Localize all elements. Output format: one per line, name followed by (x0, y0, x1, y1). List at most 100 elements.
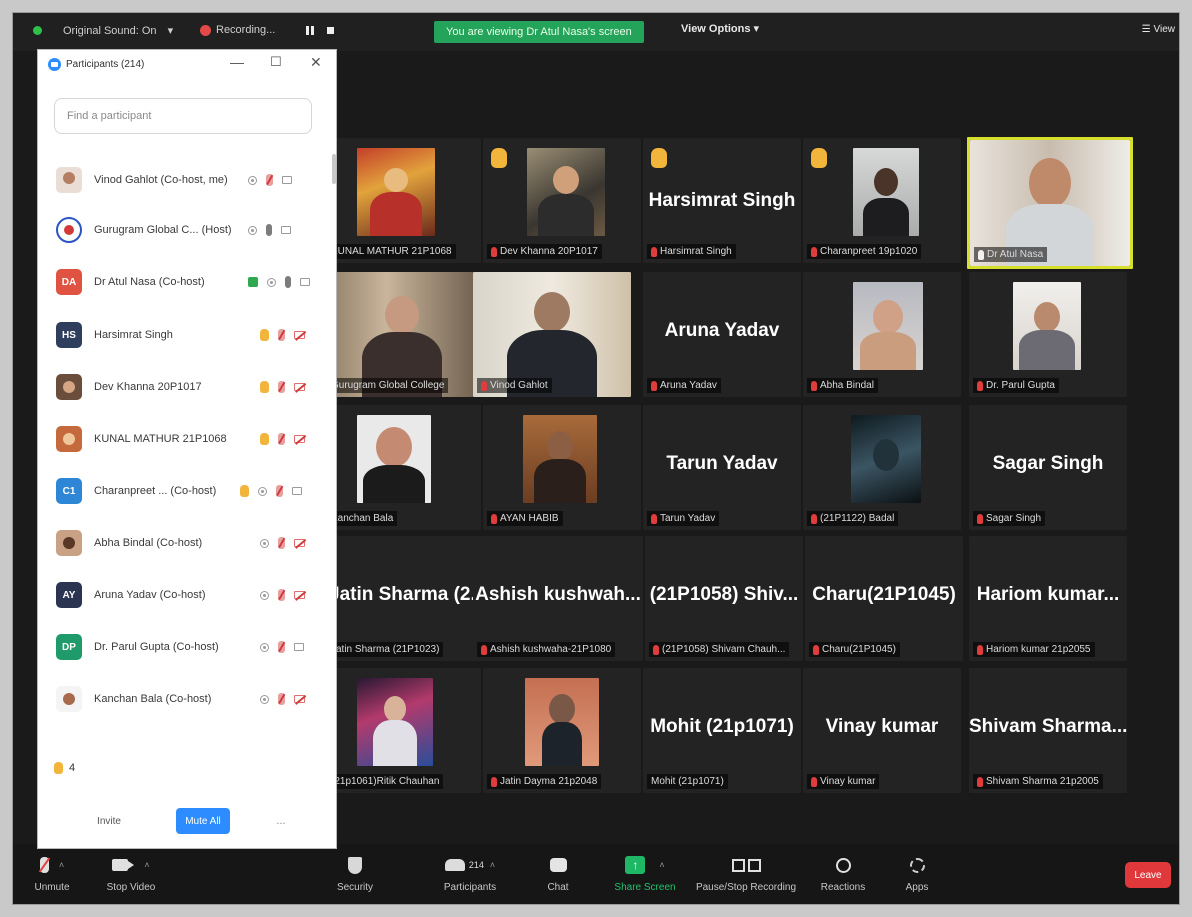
avatar: AY (56, 582, 82, 608)
participant-name: KUNAL MATHUR 21P1068 (94, 433, 227, 445)
chat-button[interactable]: Chat (523, 852, 593, 893)
video-tile[interactable]: Vinay kumar Vinay kumar (803, 668, 961, 793)
video-tile[interactable]: Shivam Sharma... Shivam Sharma 21p2005 (969, 668, 1127, 793)
participant-row[interactable]: AY Aruna Yadav (Co-host) (38, 569, 323, 621)
video-tile[interactable]: (21P1122) Badal (803, 405, 961, 530)
mic-muted-icon (811, 776, 817, 787)
video-tile-active-speaker[interactable]: Dr Atul Nasa (967, 137, 1133, 269)
mic-muted-icon[interactable] (266, 174, 273, 186)
video-tile[interactable]: Sagar Singh Sagar Singh (969, 405, 1127, 530)
security-button[interactable]: Security (315, 852, 395, 893)
avatar (56, 167, 82, 193)
video-tile[interactable]: (21P1058) Shiv... (21P1058) Shivam Chauh… (645, 536, 803, 661)
invite-button[interactable]: Invite (84, 808, 134, 834)
video-tile[interactable]: Aruna Yadav Aruna Yadav (643, 272, 801, 397)
pause-recording-icon[interactable] (306, 25, 315, 35)
mic-muted-icon[interactable] (278, 381, 285, 393)
participant-row[interactable]: Gurugram Global C... (Host) (38, 204, 323, 256)
mic-muted-icon[interactable] (278, 537, 285, 549)
participant-row[interactable]: Dev Khanna 20P1017 (38, 361, 323, 413)
stop-video-button[interactable]: ˄ Stop Video (91, 852, 171, 893)
mic-icon[interactable] (266, 224, 272, 236)
view-button[interactable]: ☰ View (1142, 24, 1175, 35)
reactions-button[interactable]: Reactions (803, 852, 883, 893)
more-options-button[interactable]: ... (266, 808, 296, 834)
zoom-meeting-window: Original Sound: On ▾ Recording... You ar… (12, 12, 1180, 905)
mic-muted-icon[interactable] (278, 641, 285, 653)
raised-hand-icon (260, 433, 269, 445)
participants-scrollbar[interactable] (332, 154, 336, 184)
participant-row[interactable]: Kanchan Bala (Co-host) (38, 673, 323, 725)
mic-icon[interactable] (285, 276, 291, 288)
mic-muted-icon[interactable] (278, 433, 285, 445)
video-tile[interactable]: KUNAL MATHUR 21P1068 (323, 138, 481, 263)
maximize-icon[interactable]: ☐ (270, 54, 282, 70)
chevron-up-icon[interactable]: ˄ (659, 860, 664, 870)
avatar (56, 217, 82, 243)
chevron-up-icon[interactable]: ˄ (144, 860, 149, 870)
close-icon[interactable]: ✕ (310, 54, 322, 71)
video-tile[interactable]: Jatin Sharma (2... Jatin Sharma (21P1023… (323, 536, 481, 661)
apps-button[interactable]: Apps (877, 852, 957, 893)
mic-muted-icon[interactable] (278, 589, 285, 601)
mic-muted-icon[interactable] (278, 693, 285, 705)
participant-row[interactable]: KUNAL MATHUR 21P1068 (38, 413, 323, 465)
record-permission-icon (248, 175, 257, 185)
participant-row[interactable]: C1 Charanpreet ... (Co-host) (38, 465, 323, 517)
avatar (56, 374, 82, 400)
video-tile[interactable]: Abha Bindal (803, 272, 961, 397)
camera-off-icon (294, 539, 305, 547)
video-tile[interactable]: Charanpreet 19p1020 (803, 138, 961, 263)
tile-caption: Ashish kushwaha-21P1080 (477, 642, 616, 657)
original-sound-toggle[interactable]: Original Sound: On ▾ (33, 24, 173, 37)
mic-muted-icon[interactable] (276, 485, 283, 497)
shield-status-icon (33, 26, 42, 35)
mic-muted-icon[interactable] (278, 329, 285, 341)
leave-button[interactable]: Leave (1125, 862, 1171, 888)
participant-row[interactable]: HS Harsimrat Singh (38, 309, 323, 361)
video-tile[interactable]: (21p1061)Ritik Chauhan (323, 668, 481, 793)
pause-stop-recording-button[interactable]: Pause/Stop Recording (689, 852, 803, 893)
mute-all-button[interactable]: Mute All (176, 808, 230, 834)
tile-caption: Vinay kumar (807, 774, 880, 789)
video-tile[interactable]: Dev Khanna 20P1017 (483, 138, 641, 263)
video-tile[interactable]: Charu(21P1045) Charu(21P1045) (805, 536, 963, 661)
video-tile[interactable]: Dr. Parul Gupta (969, 272, 1127, 397)
video-tile[interactable]: Kanchan Bala (323, 405, 481, 530)
raised-hand-icon (240, 485, 249, 497)
tile-caption: Dr. Parul Gupta (973, 378, 1059, 393)
participant-row[interactable]: DA Dr Atul Nasa (Co-host) (38, 256, 323, 308)
participant-row[interactable]: Vinod Gahlot (Co-host, me) (38, 154, 323, 206)
zoom-logo-icon (48, 58, 61, 71)
original-sound-label: Original Sound: On (63, 24, 157, 37)
video-tile[interactable]: Mohit (21p1071) Mohit (21p1071) (643, 668, 801, 793)
chevron-up-icon[interactable]: ˄ (59, 860, 64, 870)
video-tile[interactable]: Harsimrat Singh Harsimrat Singh (643, 138, 801, 263)
avatar (56, 686, 82, 712)
video-tile[interactable]: AYAN HABIB (483, 405, 641, 530)
tile-caption: (21P1122) Badal (807, 511, 899, 526)
video-tile[interactable]: Jatin Dayma 21p2048 (483, 668, 641, 793)
find-participant-input[interactable] (54, 98, 312, 134)
video-tile[interactable]: Tarun Yadav Tarun Yadav (643, 405, 801, 530)
tile-caption: (21P1058) Shivam Chauh... (649, 642, 790, 657)
minimize-icon[interactable]: — (230, 54, 244, 70)
unmute-button[interactable]: ˄ Unmute (17, 852, 87, 893)
stop-recording-icon[interactable] (327, 26, 335, 34)
mic-muted-icon (39, 857, 49, 873)
video-tile[interactable]: Ashish kushwah... Ashish kushwaha-21P108… (473, 536, 643, 661)
participant-row[interactable]: Abha Bindal (Co-host) (38, 517, 323, 569)
chat-bubble-icon (549, 858, 567, 872)
participant-name: Aruna Yadav (Co-host) (94, 589, 206, 601)
video-tile[interactable]: Hariom kumar... Hariom kumar 21p2055 (969, 536, 1127, 661)
participant-row[interactable]: DP Dr. Parul Gupta (Co-host) (38, 621, 323, 673)
video-tile[interactable]: Gurugram Global College (323, 272, 481, 397)
chevron-up-icon[interactable]: ˄ (490, 860, 495, 870)
video-tile[interactable]: Vinod Gahlot (473, 272, 631, 397)
mic-muted-icon (977, 644, 983, 655)
view-options-button[interactable]: View Options ▾ (681, 22, 759, 35)
participants-button[interactable]: 214 ˄ Participants (415, 852, 525, 893)
share-screen-button[interactable]: ↑ ˄ Share Screen (595, 852, 695, 893)
record-permission-icon (258, 486, 267, 496)
meeting-top-bar: Original Sound: On ▾ Recording... You ar… (13, 13, 1179, 51)
